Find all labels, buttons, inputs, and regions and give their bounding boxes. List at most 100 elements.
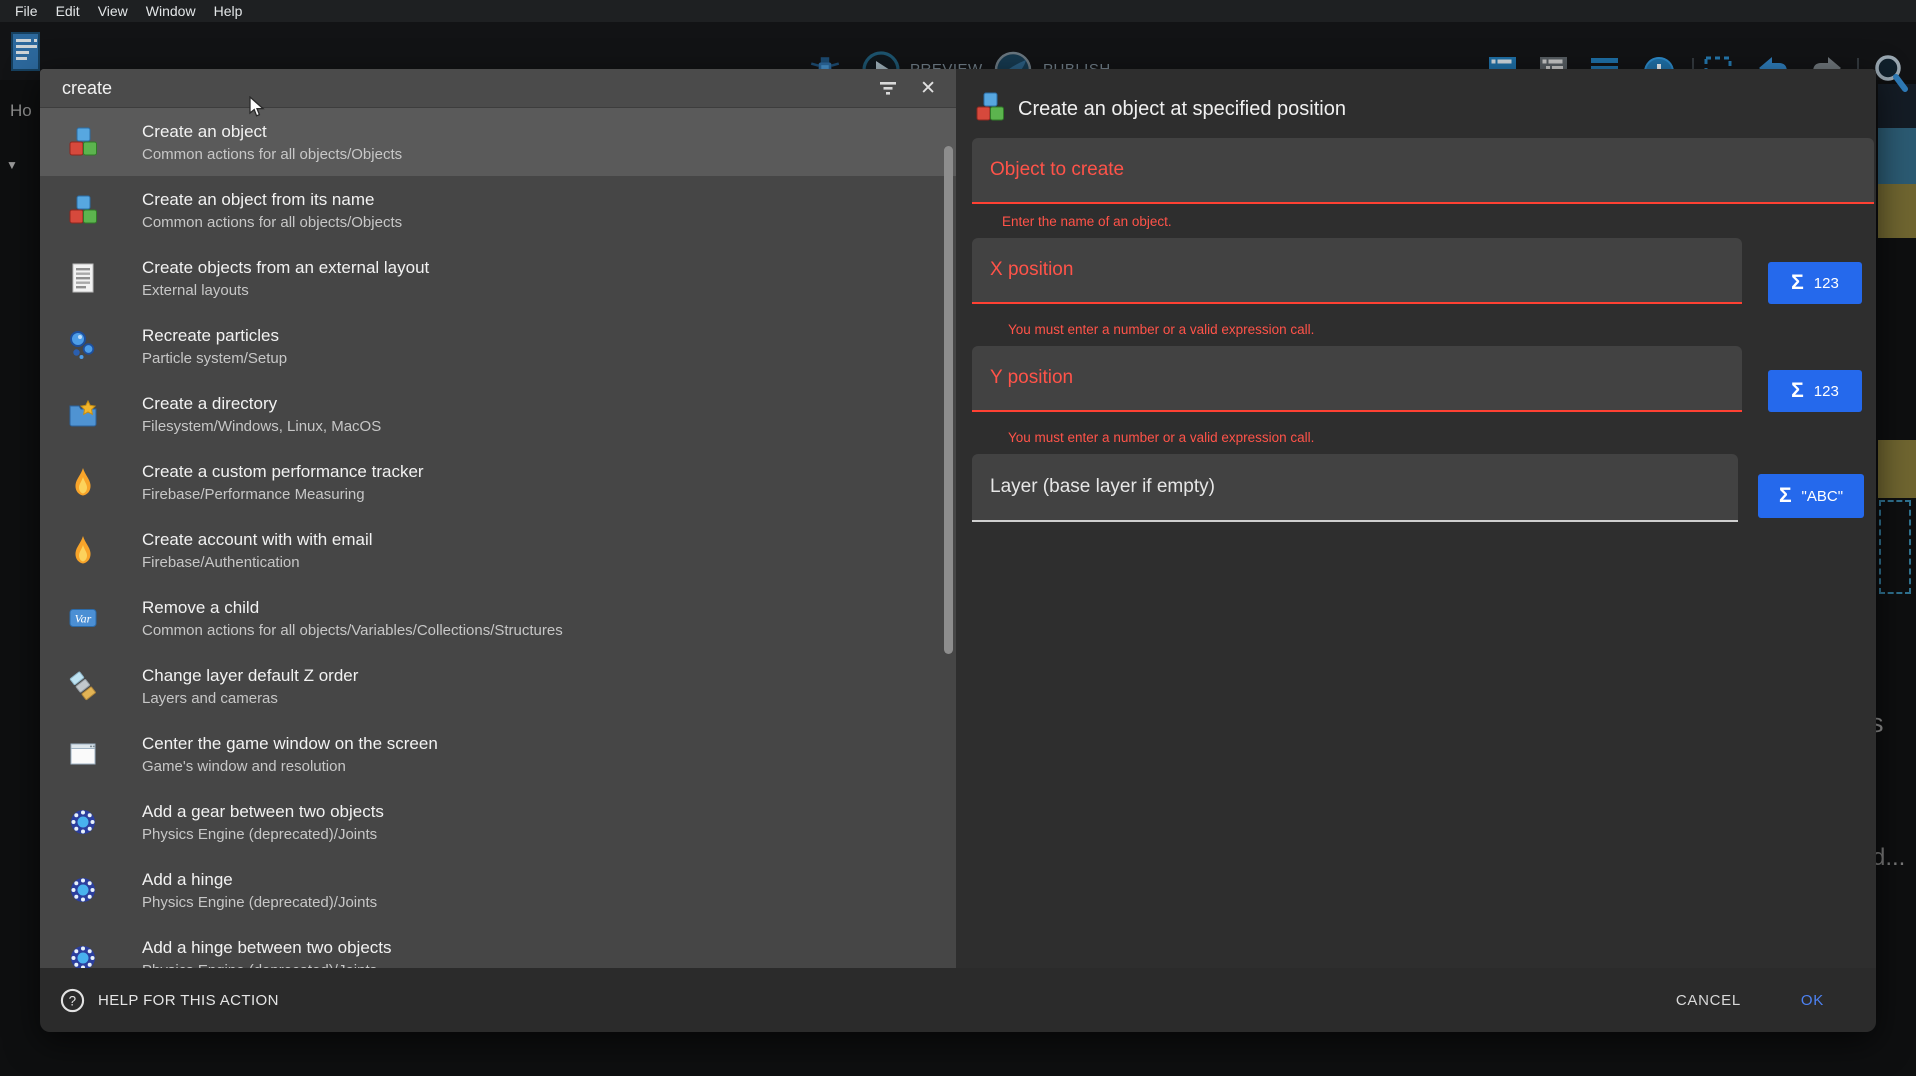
physics-joint-icon — [67, 942, 99, 968]
object-to-create-field[interactable]: Object to create — [972, 138, 1874, 204]
folder-star-icon — [67, 398, 99, 430]
objects-cubes-icon — [67, 126, 99, 158]
help-button[interactable]: ? HELP FOR THIS ACTION — [60, 988, 279, 1013]
result-subtitle: Physics Engine (deprecated)/Joints — [142, 894, 377, 911]
sigma-icon: Σ — [1791, 271, 1804, 295]
y-position-field[interactable]: Y position — [972, 346, 1742, 412]
layer-field[interactable]: Layer (base layer if empty) — [972, 454, 1738, 522]
action-result-item[interactable]: Add a hinge between two objects Physics E… — [40, 924, 956, 968]
external-layout-icon — [67, 262, 99, 294]
help-button-label: HELP FOR THIS ACTION — [98, 992, 279, 1009]
sigma-icon: Σ — [1779, 484, 1792, 508]
bg-thumbnail-olive — [1878, 184, 1916, 238]
list-scrollbar[interactable] — [944, 146, 953, 654]
action-result-item[interactable]: Var Remove a child Common actions for all … — [40, 584, 956, 652]
result-subtitle: Filesystem/Windows, Linux, MacOS — [142, 418, 381, 435]
action-result-item[interactable]: Create an object from its name Common act… — [40, 176, 956, 244]
result-subtitle: Common actions for all objects/Objects — [142, 214, 402, 231]
mouse-cursor — [248, 96, 270, 125]
result-subtitle: Firebase/Performance Measuring — [142, 486, 424, 503]
result-title: Recreate particles — [142, 326, 287, 346]
action-result-item[interactable]: Create account with with emailFirebase/A… — [40, 516, 956, 584]
field-label: Object to create — [990, 159, 1124, 181]
layers-icon — [67, 670, 99, 702]
menu-window[interactable]: Window — [137, 3, 205, 19]
result-title: Create an object from its name — [142, 190, 402, 210]
result-title: Add a gear between two objects — [142, 802, 384, 822]
filter-icon[interactable] — [876, 76, 900, 100]
layer-expression-button[interactable]: Σ "ABC" — [1758, 474, 1864, 518]
menu-help[interactable]: Help — [205, 3, 252, 19]
action-search-panel: create ✕ Create an object Common actions … — [40, 69, 956, 968]
search-query-text: create — [62, 78, 876, 99]
chevron-down-icon: ▼ — [6, 158, 18, 172]
action-result-item[interactable]: Add a hinge Physics Engine (deprecated)/J… — [40, 856, 956, 924]
result-title: Create account with with email — [142, 530, 373, 550]
menu-edit[interactable]: Edit — [47, 3, 89, 19]
action-results-list: Create an object Common actions for all o… — [40, 108, 956, 968]
result-subtitle: Layers and cameras — [142, 690, 358, 707]
action-result-item[interactable]: Add a gear between two objects Physics En… — [40, 788, 956, 856]
result-subtitle: Common actions for all objects/Variables… — [142, 622, 563, 639]
action-result-item[interactable]: Create a directoryFilesystem/Windows, Li… — [40, 380, 956, 448]
action-result-item[interactable]: Recreate particles Particle system/Setup — [40, 312, 956, 380]
action-result-item[interactable]: Create objects from an external layout Ex… — [40, 244, 956, 312]
result-subtitle: External layouts — [142, 282, 429, 299]
action-search-input[interactable]: create ✕ — [40, 69, 956, 108]
bg-dashed-selection — [1879, 500, 1911, 594]
app-window: File Edit View Window Help PREVIEW PUBLI… — [0, 0, 1916, 1076]
dialog-footer: ? HELP FOR THIS ACTION CANCEL OK — [40, 968, 1876, 1032]
physics-joint-icon — [67, 806, 99, 838]
firebase-flame-icon — [67, 466, 99, 498]
action-config-panel: Create an object at specified position O… — [956, 69, 1876, 968]
expression-type-label: "ABC" — [1802, 488, 1844, 505]
bg-thumbnail-olive — [1878, 440, 1916, 498]
menu-view[interactable]: View — [89, 3, 137, 19]
project-manager-icon[interactable] — [7, 30, 45, 74]
x-expression-button[interactable]: Σ 123 — [1768, 262, 1862, 304]
field-error-text: You must enter a number or a valid expre… — [1008, 430, 1314, 445]
field-label: X position — [990, 259, 1073, 281]
menu-bar: File Edit View Window Help — [0, 0, 1916, 22]
particles-icon — [67, 330, 99, 362]
menu-file[interactable]: File — [6, 3, 47, 19]
result-title: Add a hinge between two objects — [142, 938, 392, 958]
search-icon[interactable] — [1871, 51, 1911, 95]
result-subtitle: Particle system/Setup — [142, 350, 287, 367]
action-title: Create an object at specified position — [1018, 98, 1346, 121]
action-result-item[interactable]: Center the game window on the screenGame… — [40, 720, 956, 788]
action-result-item[interactable]: Change layer default Z order Layers and c… — [40, 652, 956, 720]
result-title: Center the game window on the screen — [142, 734, 438, 754]
bg-text-fragment: d... — [1872, 844, 1905, 872]
result-title: Change layer default Z order — [142, 666, 358, 686]
result-title: Create objects from an external layout — [142, 258, 429, 278]
result-subtitle: Common actions for all objects/Objects — [142, 146, 402, 163]
expression-type-label: 123 — [1814, 275, 1839, 292]
cancel-button[interactable]: CANCEL — [1676, 992, 1741, 1009]
instruction-editor-dialog: create ✕ Create an object Common actions … — [40, 69, 1876, 1032]
objects-cubes-icon — [67, 194, 99, 226]
close-icon[interactable]: ✕ — [920, 79, 942, 98]
field-error-text: You must enter a number or a valid expre… — [1008, 322, 1314, 337]
result-subtitle: Physics Engine (deprecated)/Joints — [142, 826, 384, 843]
firebase-flame-icon — [67, 534, 99, 566]
svg-text:?: ? — [69, 993, 77, 1008]
result-title: Remove a child — [142, 598, 563, 618]
result-title: Create a custom performance tracker — [142, 462, 424, 482]
action-result-item[interactable]: Create a custom performance tracker Fireb… — [40, 448, 956, 516]
game-window-icon — [67, 738, 99, 770]
ok-button[interactable]: OK — [1801, 992, 1824, 1009]
help-icon: ? — [60, 988, 85, 1013]
expression-type-label: 123 — [1814, 383, 1839, 400]
field-helper-text: Enter the name of an object. — [1002, 214, 1172, 229]
home-tab-clipped: Ho — [10, 101, 40, 121]
y-expression-button[interactable]: Σ 123 — [1768, 370, 1862, 412]
result-title: Create an object — [142, 122, 402, 142]
x-position-field[interactable]: X position — [972, 238, 1742, 304]
bg-thumbnail-teal — [1878, 128, 1916, 184]
variable-icon: Var — [67, 602, 99, 634]
field-label: Layer (base layer if empty) — [990, 476, 1215, 498]
result-subtitle: Physics Engine (deprecated)/Joints — [142, 962, 392, 969]
result-title: Add a hinge — [142, 870, 377, 890]
action-result-item[interactable]: Create an object Common actions for all o… — [40, 108, 956, 176]
